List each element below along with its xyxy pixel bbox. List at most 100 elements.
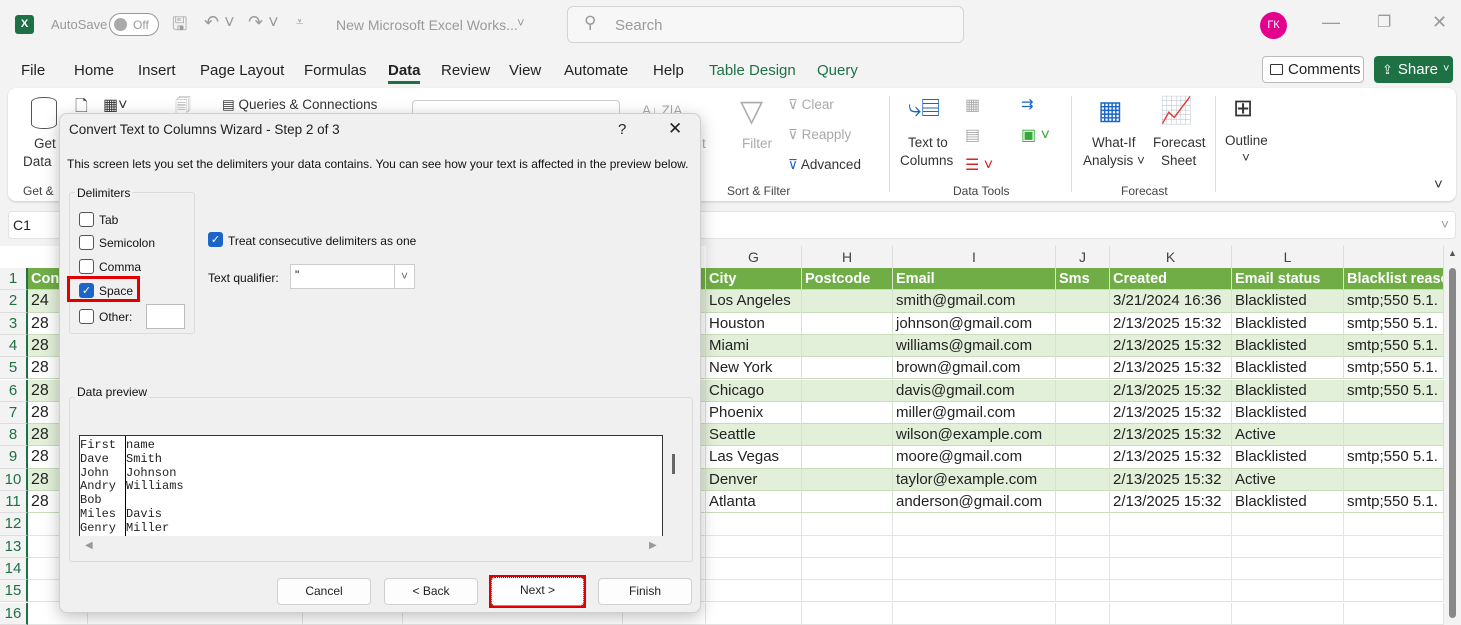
reapply-button[interactable]: ⊽ Reapply (788, 127, 851, 143)
cell[interactable] (1056, 535, 1110, 558)
cell[interactable] (802, 491, 893, 514)
cell[interactable]: wilson@example.com (893, 424, 1056, 447)
cell[interactable] (1056, 357, 1110, 380)
cell[interactable]: Blacklisted (1232, 334, 1344, 358)
redo-icon[interactable]: ↷ ˅ (248, 12, 279, 33)
cell[interactable]: Houston (706, 312, 802, 335)
cell[interactable]: smtp;550 5.1. (1344, 334, 1444, 358)
chevron-down-icon[interactable]: ˅ (517, 15, 525, 30)
avatar[interactable]: ГК (1260, 12, 1287, 39)
tab-home[interactable]: Home (74, 62, 114, 79)
row-header[interactable]: 14 (0, 557, 28, 581)
cell[interactable]: 2/13/2025 15:32 (1110, 379, 1232, 402)
row-header[interactable]: 2 (0, 290, 28, 313)
chevron-down-icon[interactable]: ˅ (1242, 150, 1250, 165)
cell[interactable] (802, 557, 893, 581)
cell[interactable] (1056, 401, 1110, 425)
column-header-k[interactable]: K (1110, 246, 1232, 268)
cell[interactable] (893, 535, 1056, 558)
what-if-button[interactable]: What-If (1092, 135, 1136, 150)
cell[interactable] (893, 557, 1056, 581)
cell[interactable] (802, 513, 893, 536)
forecast-sheet-button[interactable]: Forecast (1153, 135, 1206, 150)
outline-button[interactable]: Outline (1225, 133, 1268, 148)
tab-formulas[interactable]: Formulas (304, 62, 367, 79)
tab-query[interactable]: Query (817, 62, 858, 79)
remove-duplicates-icon[interactable]: ▤ (965, 125, 980, 145)
consecutive-delimiters-checkbox[interactable]: ✓ (208, 232, 223, 247)
cell[interactable]: smtp;550 5.1. (1344, 290, 1444, 313)
cell[interactable] (1056, 602, 1110, 625)
cell[interactable]: Blacklisted (1232, 446, 1344, 469)
cell[interactable]: davis@gmail.com (893, 379, 1056, 402)
delimiter-comma-checkbox[interactable] (79, 259, 94, 274)
next-button[interactable]: Next > (491, 577, 584, 606)
cell[interactable]: 2/13/2025 15:32 (1110, 401, 1232, 425)
cell[interactable] (1056, 580, 1110, 603)
get-data-button[interactable]: Get (34, 136, 56, 151)
cell[interactable]: johnson@gmail.com (893, 312, 1056, 335)
cell[interactable] (1344, 424, 1444, 447)
customize-qat-icon[interactable]: ⩡ (296, 14, 303, 30)
cell[interactable]: smith@gmail.com (893, 290, 1056, 313)
cell[interactable]: miller@gmail.com (893, 401, 1056, 425)
chevron-down-icon[interactable]: ˅ (394, 265, 414, 288)
cell[interactable] (706, 580, 802, 603)
cell[interactable]: 3/21/2024 16:36 (1110, 290, 1232, 313)
close-icon[interactable]: ✕ (668, 119, 682, 139)
tab-automate[interactable]: Automate (564, 62, 628, 79)
preview-vertical-scrollbar[interactable] (672, 454, 675, 474)
cell[interactable] (1056, 491, 1110, 514)
cell[interactable]: smtp;550 5.1. (1344, 312, 1444, 335)
from-web-icon[interactable]: ▦˅ (103, 95, 127, 115)
row-header[interactable]: 3 (0, 312, 28, 335)
back-button[interactable]: < Back (384, 578, 478, 605)
text-to-columns-button[interactable]: Text to (908, 135, 948, 150)
row-header[interactable]: 5 (0, 357, 28, 380)
cell[interactable] (1110, 535, 1232, 558)
column-header-h[interactable]: H (802, 246, 893, 268)
delimiter-semicolon-checkbox[interactable] (79, 235, 94, 250)
cell[interactable] (1232, 557, 1344, 581)
cell[interactable] (1344, 535, 1444, 558)
cell[interactable] (1344, 401, 1444, 425)
cell[interactable] (802, 580, 893, 603)
row-header[interactable]: 9 (0, 446, 28, 469)
cell[interactable]: smtp;550 5.1. (1344, 446, 1444, 469)
cell[interactable]: smtp;550 5.1. (1344, 357, 1444, 380)
search-box[interactable]: ⚲ Search (567, 6, 964, 43)
cell[interactable]: smtp;550 5.1. (1344, 379, 1444, 402)
cell[interactable]: Email (893, 268, 1056, 291)
cell[interactable] (1232, 513, 1344, 536)
cell[interactable] (706, 557, 802, 581)
collapse-ribbon-icon[interactable]: ˅ (1434, 176, 1443, 193)
cell[interactable]: Chicago (706, 379, 802, 402)
row-header[interactable]: 15 (0, 580, 28, 603)
advanced-button[interactable]: ⊽ Advanced (788, 157, 861, 173)
cell[interactable] (1232, 535, 1344, 558)
cell[interactable]: Blacklisted (1232, 357, 1344, 380)
tab-help[interactable]: Help (653, 62, 684, 79)
cell[interactable] (1110, 513, 1232, 536)
cell[interactable] (1056, 312, 1110, 335)
cell[interactable]: Email status (1232, 268, 1344, 291)
cell[interactable]: anderson@gmail.com (893, 491, 1056, 514)
cell[interactable]: 2/13/2025 15:32 (1110, 334, 1232, 358)
cell[interactable] (802, 312, 893, 335)
name-box[interactable]: C1 (13, 217, 31, 233)
cell[interactable]: Active (1232, 424, 1344, 447)
scroll-right-icon[interactable]: ▶ (649, 540, 657, 551)
cell[interactable]: Denver (706, 468, 802, 491)
column-header-j[interactable]: J (1056, 246, 1110, 268)
column-header-i[interactable]: I (893, 246, 1056, 268)
cell[interactable]: brown@gmail.com (893, 357, 1056, 380)
minimize-icon[interactable]: — (1322, 12, 1340, 33)
tab-review[interactable]: Review (441, 62, 490, 79)
cell[interactable]: Blacklisted (1232, 312, 1344, 335)
tab-insert[interactable]: Insert (138, 62, 176, 79)
cell[interactable]: Blacklisted (1232, 491, 1344, 514)
column-header-g[interactable]: G (706, 246, 802, 268)
data-validation-icon[interactable]: ☰ ˅ (965, 155, 993, 175)
cell[interactable]: Miami (706, 334, 802, 358)
cell[interactable]: Atlanta (706, 491, 802, 514)
